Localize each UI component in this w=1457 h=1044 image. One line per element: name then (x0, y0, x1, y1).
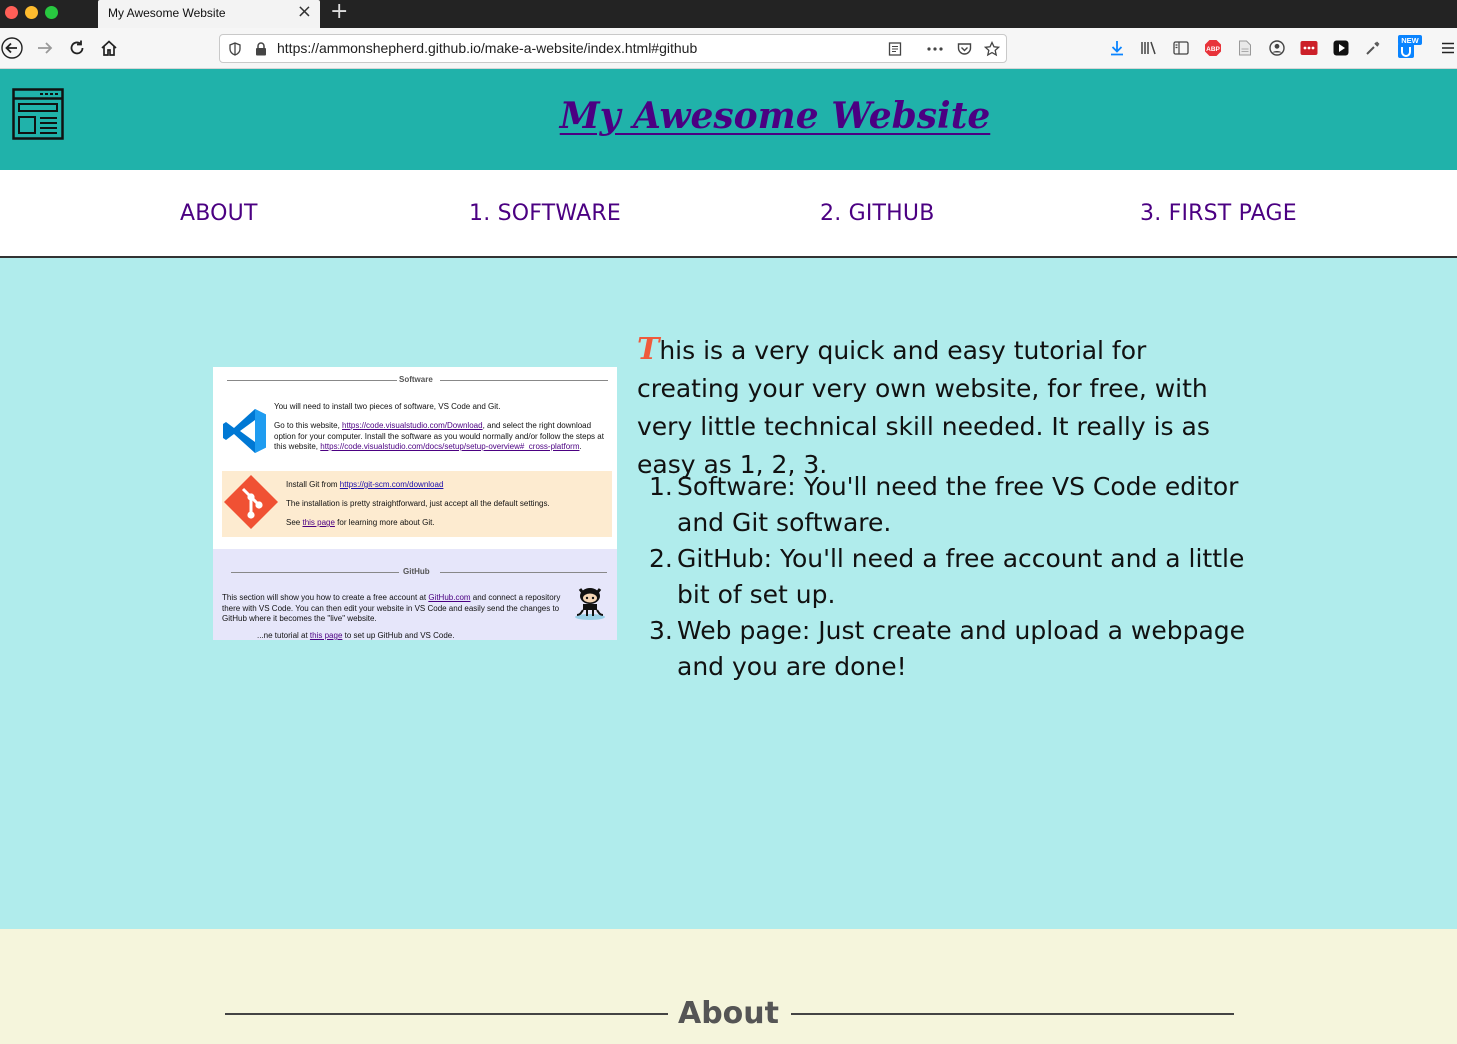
preview-software-heading: Software (399, 375, 433, 384)
nav-first-page[interactable]: 3. FIRST PAGE (1140, 201, 1297, 226)
reload-icon[interactable] (65, 36, 89, 60)
preview-github-link[interactable]: GitHub.com (428, 593, 470, 602)
account-icon[interactable] (1267, 38, 1287, 58)
preview-git-install: Install Git from https://git-scm.com/dow… (286, 480, 606, 491)
reader-view-icon[interactable] (886, 40, 904, 58)
step-number: 3. (649, 616, 673, 645)
vscode-logo-icon (222, 407, 268, 460)
play-extension-icon[interactable] (1331, 38, 1351, 58)
preview-github-cutoff: ...ne tutorial at this page to set up Gi… (257, 631, 587, 640)
document-extension-icon[interactable] (1235, 38, 1255, 58)
preview-git-page-link[interactable]: this page (302, 518, 334, 527)
step-text: Software: You'll need the free VS Code e… (677, 472, 1239, 537)
browser-tab[interactable]: My Awesome Website × (98, 0, 320, 28)
preview-vscode-download-link[interactable]: https://code.visualstudio.com/Download (342, 421, 483, 430)
site-title-link[interactable]: My Awesome Website (0, 95, 1457, 137)
pocket-icon[interactable] (955, 40, 973, 58)
preview-text: ...ne tutorial at (257, 631, 310, 640)
lastpass-icon[interactable] (1299, 38, 1319, 58)
dropcap-letter: T (637, 332, 660, 367)
octocat-icon (571, 581, 609, 626)
about-heading: About (677, 996, 779, 1031)
preview-text: Install Git from (286, 480, 340, 489)
list-item: 2. GitHub: You'll need a free account and… (637, 541, 1257, 613)
close-window-button[interactable] (5, 6, 18, 19)
nav-software[interactable]: 1. SOFTWARE (469, 201, 621, 226)
preview-vscode-setup-link[interactable]: https://code.visualstudio.com/docs/setup… (320, 442, 579, 451)
preview-git-link[interactable]: https://git-scm.com/download (340, 480, 444, 489)
divider (791, 1013, 1234, 1015)
downloads-icon[interactable] (1107, 38, 1127, 58)
preview-git-more: See this page for learning more about Gi… (286, 518, 606, 529)
main-navigation: ABOUT 1. SOFTWARE 2. GITHUB 3. FIRST PAG… (0, 170, 1457, 258)
step-text: Web page: Just create and upload a webpa… (677, 616, 1246, 681)
shield-icon[interactable] (226, 40, 244, 58)
nav-github[interactable]: 2. GITHUB (820, 201, 935, 226)
menu-icon[interactable] (1438, 38, 1457, 58)
url-text[interactable]: https://ammonshepherd.github.io/make-a-w… (277, 40, 697, 56)
new-extension-icon[interactable]: NEW (1396, 34, 1422, 60)
preview-github-heading: GitHub (403, 567, 430, 576)
tutorial-preview-image: Software You will need to install two pi… (213, 367, 617, 640)
preview-git-box: Install Git from https://git-scm.com/dow… (222, 471, 612, 537)
back-icon[interactable] (0, 36, 24, 60)
sidebar-icon[interactable] (1171, 38, 1191, 58)
bookmark-star-icon[interactable] (983, 40, 1001, 58)
preview-software-text: You will need to install two pieces of s… (274, 402, 501, 411)
preview-text: Go to this website, (274, 421, 343, 430)
step-number: 1. (649, 472, 673, 501)
new-badge: NEW (1401, 36, 1419, 45)
preview-github-page-link[interactable]: this page (310, 631, 342, 640)
close-tab-icon[interactable]: × (297, 2, 312, 22)
divider (227, 380, 397, 381)
tab-title: My Awesome Website (108, 6, 226, 20)
intro-paragraph: This is a very quick and easy tutorial f… (637, 331, 1249, 484)
preview-text: to set up GitHub and VS Code. (342, 631, 455, 640)
preview-text: See (286, 518, 303, 527)
preview-github-section: GitHub This section will show you how to… (213, 549, 617, 640)
preview-software-instructions: Go to this website, https://code.visuals… (274, 421, 611, 453)
adblock-label: ABP (1206, 46, 1220, 53)
eyedropper-icon[interactable] (1363, 38, 1383, 58)
preview-text: for learning more about Git. (334, 518, 435, 527)
browser-tab-bar: My Awesome Website × + (0, 0, 1457, 28)
library-icon[interactable] (1139, 38, 1159, 58)
step-text: GitHub: You'll need a free account and a… (677, 544, 1245, 609)
divider (231, 572, 399, 573)
step-number: 2. (649, 544, 673, 573)
site-header: My Awesome Website (0, 69, 1457, 170)
preview-text: . (579, 442, 582, 451)
adblock-plus-icon[interactable]: ABP (1203, 38, 1223, 58)
address-bar[interactable]: https://ammonshepherd.github.io/make-a-w… (219, 34, 1007, 63)
divider (440, 572, 607, 573)
list-item: 3. Web page: Just create and upload a web… (637, 613, 1257, 685)
divider (440, 380, 608, 381)
nav-about[interactable]: ABOUT (180, 201, 258, 226)
intro-section: Software You will need to install two pi… (0, 258, 1457, 929)
page-actions-icon[interactable] (926, 40, 944, 58)
intro-text: his is a very quick and easy tutorial fo… (637, 336, 1210, 479)
git-logo-icon (221, 473, 281, 540)
about-section: About (0, 929, 1457, 1044)
forward-icon[interactable] (33, 36, 57, 60)
list-item: 1. Software: You'll need the free VS Code… (637, 469, 1257, 541)
minimize-window-button[interactable] (25, 6, 38, 19)
steps-list: 1. Software: You'll need the free VS Code… (637, 469, 1257, 685)
home-icon[interactable] (97, 36, 121, 60)
preview-git-note: The installation is pretty straightforwa… (286, 499, 550, 508)
preview-text: This section will show you how to create… (222, 593, 429, 602)
maximize-window-button[interactable] (45, 6, 58, 19)
preview-github-text: This section will show you how to create… (222, 593, 567, 625)
lock-icon[interactable] (252, 40, 270, 58)
new-tab-icon[interactable]: + (330, 0, 348, 24)
browser-toolbar: https://ammonshepherd.github.io/make-a-w… (0, 28, 1457, 69)
